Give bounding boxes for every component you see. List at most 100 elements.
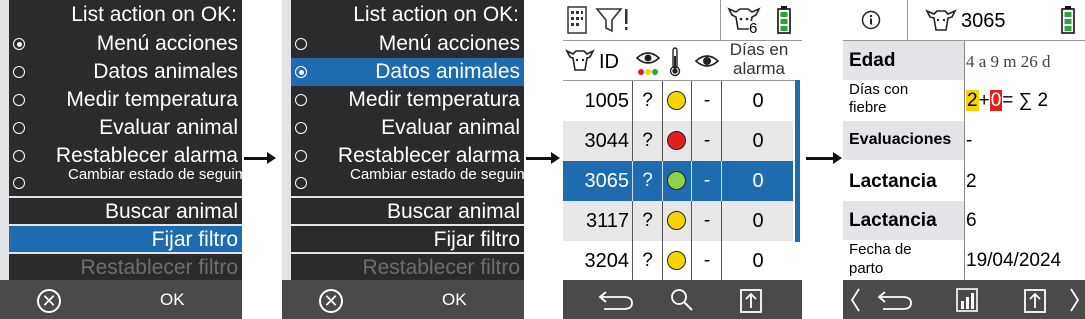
export-icon[interactable] (739, 286, 763, 314)
set-filter-button[interactable]: Fijar filtro (9, 224, 242, 254)
search-animal-button[interactable]: Buscar animal (9, 196, 242, 226)
column-separator (691, 121, 692, 161)
days-column-header: Días en alarma (729, 40, 789, 78)
column-separator (691, 161, 692, 201)
option-datos-animales[interactable]: Datos animales (9, 58, 242, 86)
option-cambiar-estado[interactable]: Cambiar estado de seguimiento (9, 167, 242, 196)
unknown-status-cell: ? (642, 90, 653, 111)
label-lactancia: Lactancia (849, 210, 937, 231)
cancel-icon[interactable]: ✕ (37, 289, 61, 313)
animal-id: 3065 (961, 10, 1006, 32)
eye-status-icon (635, 48, 661, 78)
days-in-alarm-cell: 0 (752, 90, 764, 112)
value-fiebre: 2+0= ∑ 2 (966, 90, 1049, 111)
column-separator (662, 201, 663, 241)
chart-icon[interactable] (955, 287, 979, 313)
animal-list-screen: 6 ID Días en alarma 1005? - 0 3044? - 0 3065? -… (563, 0, 802, 319)
table-row[interactable]: 3117? - 0 (563, 201, 793, 241)
action-menu: List action on OK: Menú acciones Datos a… (9, 0, 242, 282)
table-row[interactable]: 3044? - 0 (563, 121, 793, 161)
reset-filter-button[interactable]: Restablecer filtro (291, 252, 524, 282)
value-edad: 4 a 9 m 26 d (966, 52, 1051, 71)
value-evaluaciones: - (966, 130, 973, 151)
bottom-bar: ✕ OK (0, 280, 242, 319)
filter-alert-icon[interactable] (595, 6, 635, 34)
bottom-bar (563, 280, 802, 319)
label-fecha-parto: Fecha de parto (849, 241, 912, 277)
label-edad: Edad (849, 50, 896, 71)
arrow-icon (526, 152, 560, 164)
thermometer-icon (668, 46, 682, 78)
column-separator (721, 121, 722, 161)
value-lactancia: 6 (966, 210, 977, 231)
column-separator (662, 121, 663, 161)
seen-cell: - (703, 250, 711, 271)
cancel-icon[interactable]: ✕ (319, 289, 343, 313)
search-animal-button[interactable]: Buscar animal (291, 196, 524, 226)
chevron-left-icon[interactable] (849, 287, 861, 313)
table-row[interactable]: 1005? - 0 (563, 81, 793, 121)
arrow-icon (806, 152, 842, 164)
radio-icon (13, 66, 25, 78)
battery-icon (1061, 6, 1075, 34)
column-separator (662, 81, 663, 121)
action-menu-panel-2: List action on OK: Menú acciones Datos a… (282, 0, 524, 319)
back-arrow-icon[interactable] (596, 288, 636, 312)
option-medir-temperatura[interactable]: Medir temperatura (291, 86, 524, 114)
unknown-status-cell: ? (642, 170, 653, 191)
calendar-grid-icon[interactable] (567, 6, 587, 34)
option-cambiar-estado[interactable]: Cambiar estado de seguimiento (291, 167, 524, 196)
table-row[interactable]: 3065? - 0 (563, 161, 793, 201)
export-icon[interactable] (1023, 286, 1047, 314)
status-dot-icon (667, 251, 686, 270)
table-row[interactable]: 3204? - 0 (563, 241, 793, 281)
ok-button[interactable]: OK (160, 280, 185, 319)
seen-cell: - (703, 210, 711, 231)
option-evaluar-animal[interactable]: Evaluar animal (291, 114, 524, 142)
column-separator (662, 161, 663, 201)
status-dot-icon (667, 91, 686, 110)
option-menu-acciones[interactable]: Menú acciones (291, 30, 524, 58)
search-icon[interactable] (669, 287, 695, 313)
radio-icon (295, 94, 307, 106)
arrow-icon (244, 152, 276, 164)
animal-id-cell: 3044 (584, 130, 630, 152)
bottom-bar: ✕ OK (282, 280, 524, 319)
radio-selected-icon (295, 66, 307, 78)
fever-count-red: 0 (989, 90, 1003, 111)
column-separator (721, 161, 722, 201)
option-medir-temperatura[interactable]: Medir temperatura (9, 86, 242, 114)
scrollbar[interactable] (795, 80, 800, 242)
reset-filter-button[interactable]: Restablecer filtro (9, 252, 242, 282)
days-in-alarm-cell: 0 (752, 130, 764, 152)
animal-id-cell: 1005 (584, 90, 630, 112)
back-arrow-icon[interactable] (875, 288, 915, 312)
column-separator (632, 161, 633, 201)
option-evaluar-animal[interactable]: Evaluar animal (9, 114, 242, 142)
info-icon[interactable] (861, 10, 881, 30)
column-separator (721, 201, 722, 241)
column-separator (721, 81, 722, 121)
ok-button[interactable]: OK (442, 280, 467, 319)
menu-title: List action on OK: (353, 3, 519, 26)
option-datos-animales[interactable]: Datos animales (291, 58, 524, 86)
bottom-bar (843, 280, 1085, 319)
fever-count-yellow: 2 (966, 90, 979, 111)
radio-icon (13, 94, 25, 106)
animal-detail-screen: 3065 Edad 4 a 9 m 26 d Días con fiebre 2+… (843, 0, 1085, 319)
unknown-status-cell: ? (642, 250, 653, 271)
cow-count-icon: 6 (726, 3, 766, 39)
radio-icon (295, 177, 307, 189)
column-separator (632, 121, 633, 161)
seen-cell: - (703, 90, 711, 111)
column-separator (691, 81, 692, 121)
column-separator (632, 201, 633, 241)
unknown-status-cell: ? (642, 210, 653, 231)
divider (720, 0, 721, 40)
animal-id-cell: 3117 (585, 210, 629, 232)
chevron-right-icon[interactable] (1069, 287, 1081, 313)
set-filter-button[interactable]: Fijar filtro (291, 224, 524, 254)
option-menu-acciones[interactable]: Menú acciones (9, 30, 242, 58)
cow-icon (565, 46, 595, 76)
seen-cell: - (703, 130, 711, 151)
